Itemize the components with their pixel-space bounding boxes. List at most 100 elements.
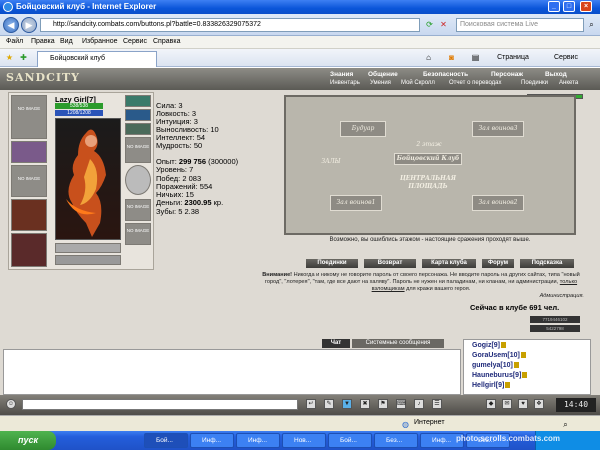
address-input[interactable]: http://sandcity.combats.com/buttons.pl?b… xyxy=(40,18,420,32)
room-floor-2[interactable]: 2 этаж xyxy=(406,139,452,153)
minimize-button[interactable]: _ xyxy=(548,1,560,12)
zoom-icon[interactable]: ⌕ xyxy=(560,419,571,430)
belt-slot[interactable]: NO IMAGE xyxy=(125,199,151,221)
user-hauneburus[interactable]: Hauneburus[9] xyxy=(472,372,528,379)
refresh-icon[interactable]: ⟳ xyxy=(424,19,435,30)
menu-favorites[interactable]: Избранное xyxy=(82,38,117,45)
spell-slots[interactable] xyxy=(55,255,121,265)
tab-chat[interactable]: Чат xyxy=(322,339,350,348)
close-button[interactable]: × xyxy=(580,1,592,12)
menu-help[interactable]: Справка xyxy=(153,38,180,45)
boots-slot[interactable]: NO IMAGE xyxy=(125,223,151,245)
nav-communication[interactable]: Общение xyxy=(368,71,398,78)
mail-counter[interactable]: 5422798 xyxy=(530,325,580,332)
bracer-slot[interactable]: NO IMAGE xyxy=(11,165,47,197)
ring-slot-3[interactable] xyxy=(125,123,151,135)
mute-icon[interactable]: ✖ xyxy=(360,399,370,409)
menu-file[interactable]: Файл xyxy=(6,38,23,45)
globe-icon: ◍ xyxy=(402,420,409,429)
subnav-skills[interactable]: Умения xyxy=(370,80,391,86)
log-icon[interactable]: ☰ xyxy=(432,399,442,409)
room-fight-club[interactable]: Бойцовский Клуб xyxy=(394,153,462,165)
rating-counter[interactable]: 7719446102 xyxy=(530,316,580,323)
back-button[interactable]: ◀ xyxy=(3,17,19,33)
tools-menu-button[interactable]: Сервис xyxy=(546,52,586,63)
tab-fight-club[interactable]: Бойцовский клуб xyxy=(37,51,157,67)
search-icon[interactable]: ⌕ xyxy=(586,19,597,30)
ring-slot-2[interactable] xyxy=(125,109,151,121)
home-icon[interactable]: ⌂ xyxy=(423,52,434,63)
user-hellgirl[interactable]: Hellgirl[9] xyxy=(472,382,511,389)
page-menu-button[interactable]: Страница xyxy=(493,52,533,63)
stop-icon[interactable]: ✕ xyxy=(438,19,449,30)
search-input[interactable]: Поисковая система Live xyxy=(456,18,584,32)
hint-button[interactable]: Подсказка xyxy=(520,259,574,268)
chat-input[interactable] xyxy=(22,399,298,410)
shield-slot[interactable] xyxy=(125,165,151,195)
menu-tools[interactable]: Сервис xyxy=(123,38,147,45)
menu-edit[interactable]: Правка xyxy=(31,38,55,45)
room-boudoir[interactable]: Будуар xyxy=(340,121,386,137)
quick-slots[interactable] xyxy=(55,243,121,253)
nav-knowledge[interactable]: Знания xyxy=(330,71,353,78)
feeds-icon[interactable]: ◙ xyxy=(446,52,457,63)
tab-system-messages[interactable]: Системные сообщения xyxy=(352,339,444,348)
gloves-slot[interactable]: NO IMAGE xyxy=(125,137,151,163)
clan-icon xyxy=(505,382,511,389)
room-central-square[interactable]: ЦЕНТРАЛЬНАЯ ПЛОЩАДЬ xyxy=(398,175,458,195)
fights-button[interactable]: Поединки xyxy=(306,259,358,268)
translit-icon[interactable]: ⌨ xyxy=(396,399,406,409)
task-5[interactable]: Бой... xyxy=(328,433,372,448)
menu-view[interactable]: Вид xyxy=(60,38,73,45)
print-icon[interactable]: ▤ xyxy=(470,52,481,63)
start-button[interactable]: пуск xyxy=(0,431,56,450)
task-4[interactable]: Нов... xyxy=(282,433,326,448)
subnav-inventory[interactable]: Инвентарь xyxy=(330,80,360,86)
filter-icon[interactable]: ▼ xyxy=(342,399,352,409)
room-warriors-hall-1[interactable]: Зал воинов1 xyxy=(330,195,382,211)
user-gogiz[interactable]: Gogiz[9] xyxy=(472,342,507,349)
helmet-slot[interactable]: NO IMAGE xyxy=(11,95,47,139)
address-row: ◀ ▶ http://sandcity.combats.com/buttons.… xyxy=(0,14,600,36)
clan-icon xyxy=(522,372,528,379)
club-map-button[interactable]: Карта клуба xyxy=(422,259,476,268)
send-icon[interactable]: ↵ xyxy=(306,399,316,409)
task-3[interactable]: Инф... xyxy=(236,433,280,448)
nav-exit[interactable]: Выход xyxy=(545,71,567,78)
nav-character[interactable]: Персонаж xyxy=(491,71,523,78)
subnav-my-scroll[interactable]: Мой Скролл xyxy=(401,80,435,86)
weapon-slot[interactable] xyxy=(11,199,47,231)
forum-button[interactable]: Форум xyxy=(482,259,514,268)
task-1[interactable]: Бой... xyxy=(144,433,188,448)
speed-icon[interactable]: ⚑ xyxy=(378,399,388,409)
chat-messages[interactable] xyxy=(3,349,461,395)
quests-icon[interactable]: ❖ xyxy=(534,399,544,409)
smiley-icon[interactable]: ☺ xyxy=(6,399,16,409)
task-6[interactable]: Без... xyxy=(374,433,418,448)
sound-icon[interactable]: ♪ xyxy=(414,399,424,409)
ring-slot-1[interactable] xyxy=(125,95,151,107)
task-2[interactable]: Инф... xyxy=(190,433,234,448)
maximize-button[interactable]: □ xyxy=(563,1,575,12)
necklace-slot[interactable] xyxy=(11,141,47,163)
clan-icon xyxy=(520,352,526,359)
friends-icon[interactable]: ♥ xyxy=(518,399,528,409)
window-title-bar: Бойцовский клуб - Internet Explorer _ □ … xyxy=(0,0,600,14)
subnav-transfer-report[interactable]: Отчет о переводах xyxy=(449,80,502,86)
return-button[interactable]: Возврат xyxy=(364,259,416,268)
room-warriors-hall-2[interactable]: Зал воинов2 xyxy=(472,195,524,211)
favorites-star-icon[interactable]: ★ xyxy=(4,52,15,63)
room-halls[interactable]: ЗАЛЫ xyxy=(316,157,346,169)
add-favorite-icon[interactable]: ✚ xyxy=(18,52,29,63)
subnav-profile[interactable]: Анкета xyxy=(559,80,578,86)
user-gumelya[interactable]: gumelya[10] xyxy=(472,362,519,369)
subnav-fights[interactable]: Поединки xyxy=(521,80,548,86)
user-gorausem[interactable]: GoraUsem[10] xyxy=(472,352,526,359)
mail-icon[interactable]: ✉ xyxy=(502,399,512,409)
room-warriors-hall-3[interactable]: Зал воинов3 xyxy=(472,121,524,137)
armor-slot[interactable] xyxy=(11,233,47,267)
inventory-icon[interactable]: ◆ xyxy=(486,399,496,409)
forward-button[interactable]: ▶ xyxy=(21,17,37,33)
nav-security[interactable]: Безопасность xyxy=(423,71,468,78)
clear-icon[interactable]: ✎ xyxy=(324,399,334,409)
